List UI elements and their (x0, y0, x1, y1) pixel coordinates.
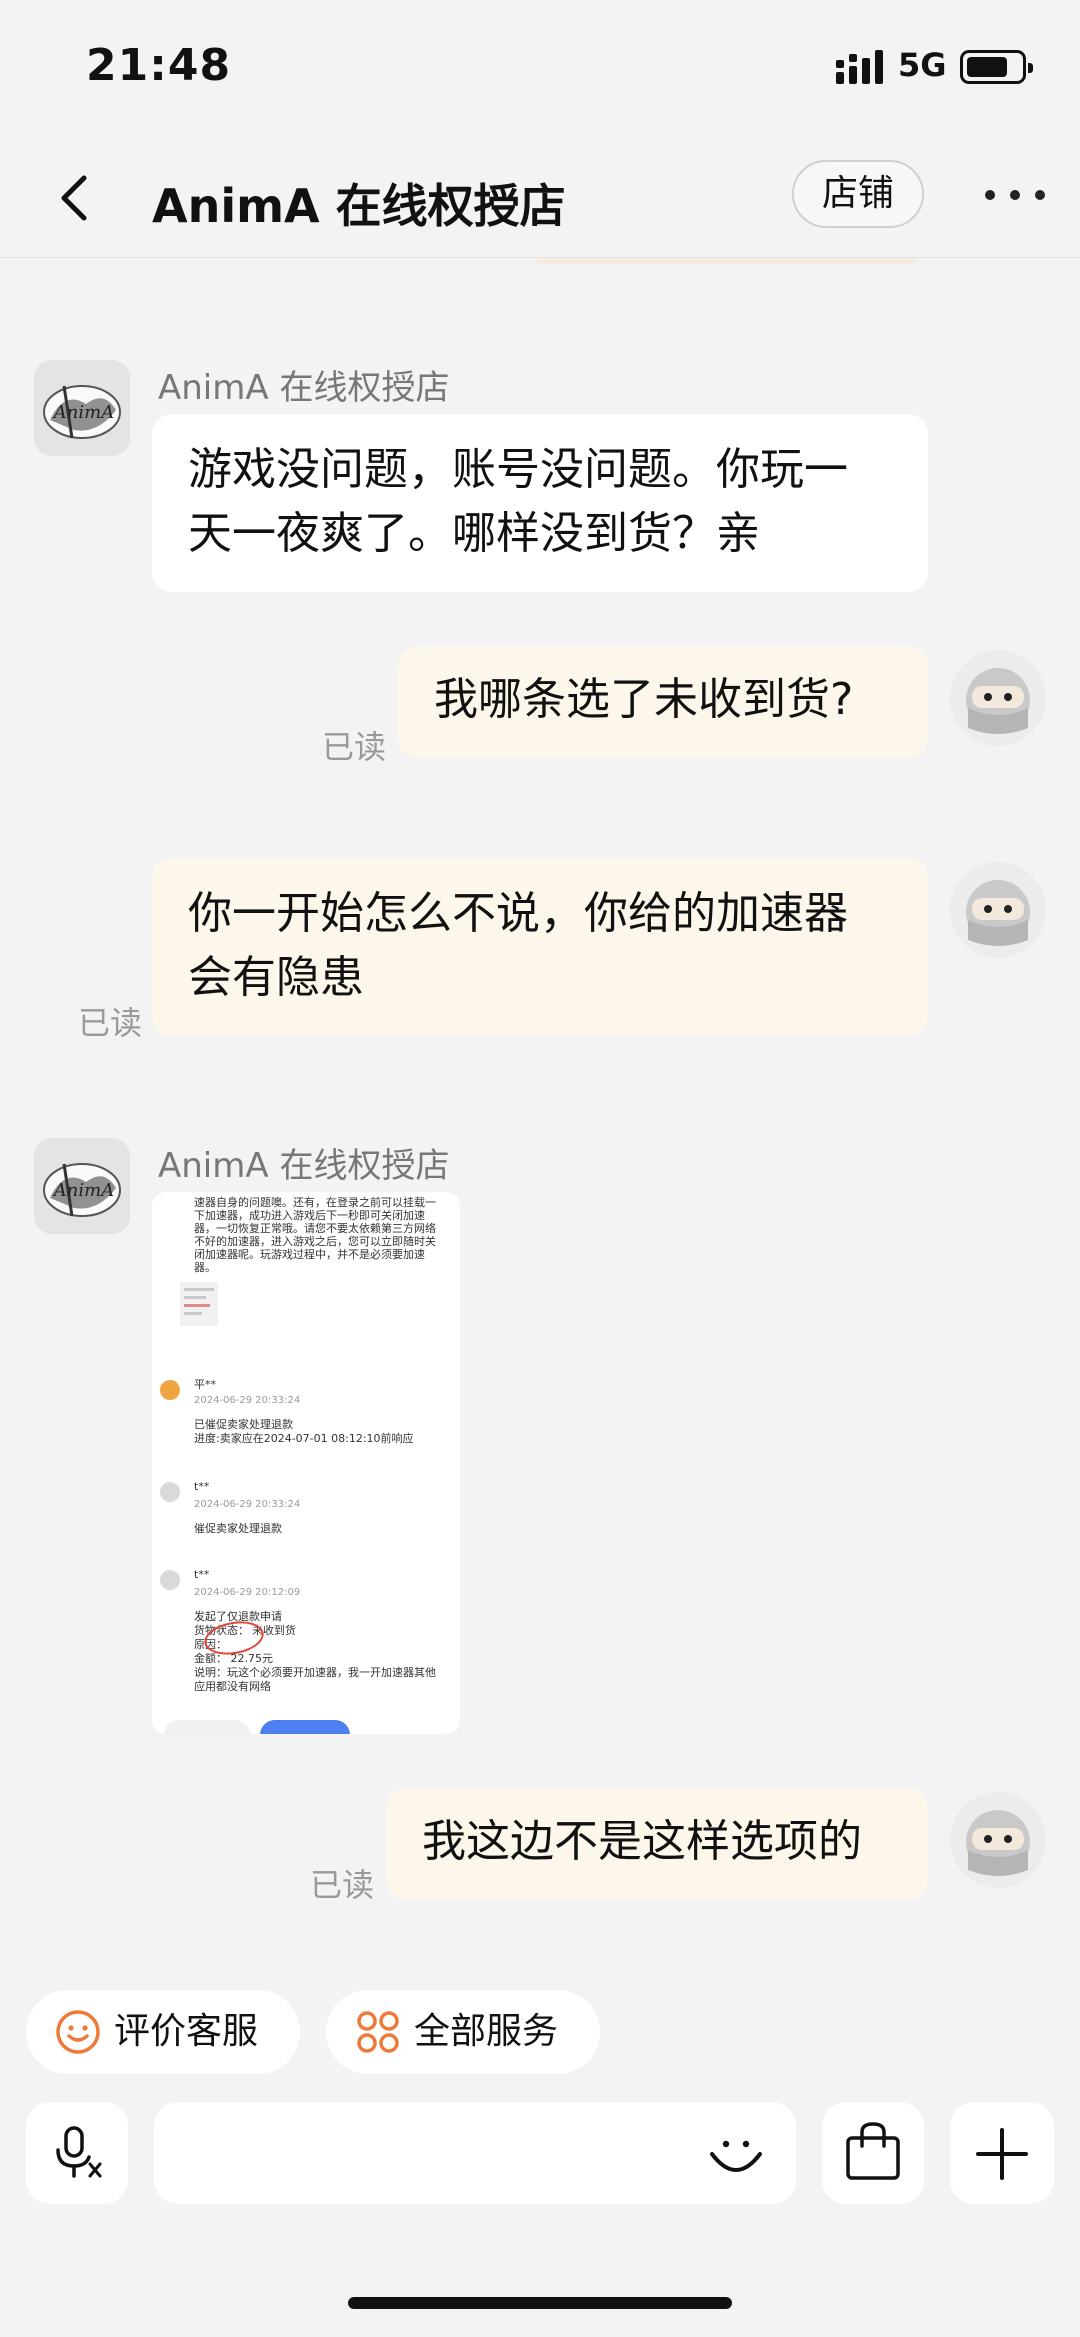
shot-para-line: 下加速器，成功进入游戏后下一秒即可关闭加速 (194, 1209, 425, 1222)
shopping-bag-icon (846, 2122, 900, 2180)
shot-para-line: 器。 (194, 1261, 216, 1274)
message-bubble[interactable]: 游戏没问题，账号没问题。你玩一 天一夜爽了。哪样没到货？亲 (152, 414, 928, 592)
all-services-button[interactable]: 全部服务 (326, 1990, 600, 2074)
shot-para-line: 不好的加速器，进入游戏之后，您可以立即随时关 (194, 1235, 436, 1248)
shot-button (164, 1720, 250, 1734)
battery-icon (960, 50, 1033, 84)
shot-entry-time: 2024-06-29 20:33:24 (194, 1499, 301, 1510)
more-options-icon[interactable] (980, 180, 1050, 210)
shot-entry-time: 2024-06-29 20:12:09 (194, 1587, 301, 1598)
shot-entry-text: 催促卖家处理退款 (194, 1522, 282, 1535)
image-message-screenshot[interactable]: 速器自身的问题噢。还有，在登录之前可以挂载一 下加速器，成功进入游戏后下一秒即可… (152, 1192, 460, 1734)
shot-entry-time: 2024-06-29 20:33:24 (194, 1395, 301, 1406)
user-avatar[interactable] (950, 1792, 1046, 1888)
shot-entry-text: 说明：玩这个必须要开加速器，我一开加速器其他 (194, 1666, 436, 1679)
sender-name: AnimA 在线权授店 (158, 1146, 450, 1186)
message-bubble[interactable]: 我这边不是这样选项的 (386, 1788, 928, 1900)
grid-services-icon (357, 2011, 399, 2053)
shot-avatar-icon (160, 1380, 180, 1400)
ninja-avatar-icon (950, 862, 1046, 958)
status-bar: 21:48 5G (0, 0, 1080, 140)
user-avatar[interactable] (950, 862, 1046, 958)
shot-entry-text: 应用都没有网络 (194, 1680, 271, 1693)
message-text-line: 游戏没问题，账号没问题。你玩一 (188, 444, 848, 495)
order-bag-button[interactable] (822, 2102, 924, 2204)
shop-logo-icon: AnimA (34, 1138, 130, 1234)
rate-service-label: 评价客服 (114, 2011, 259, 2052)
sender-name: AnimA 在线权授店 (158, 368, 450, 408)
microphone-icon (56, 2126, 102, 2178)
shot-para-line: 闭加速器呢。玩游戏过程中，并不是必须要加速 (194, 1248, 425, 1261)
smiley-icon (56, 2010, 100, 2054)
back-arrow-icon[interactable] (48, 168, 108, 228)
read-status: 已读 (78, 1004, 143, 1042)
ninja-avatar-icon (950, 1792, 1046, 1888)
shot-thumbnail (180, 1282, 218, 1326)
shot-entry-text: 已催促卖家处理退款 (194, 1418, 293, 1431)
shot-entry-name: t** (194, 1480, 210, 1493)
shot-entry-text: 进度:卖家应在2024-07-01 08:12:10前响应 (194, 1432, 414, 1445)
read-status: 已读 (310, 1866, 375, 1904)
message-input[interactable] (154, 2102, 796, 2204)
message-text-line: 天一夜爽了。哪样没到货？亲 (188, 508, 760, 559)
shop-logo-text: AnimA (52, 1180, 114, 1201)
signal-icon (836, 50, 883, 84)
all-services-label: 全部服务 (414, 2011, 559, 2052)
home-indicator[interactable] (348, 2297, 732, 2309)
ninja-avatar-icon (950, 650, 1046, 746)
message-text: 我哪条选了未收到货? (434, 674, 854, 725)
add-more-button[interactable] (950, 2102, 1054, 2204)
chat-header: AnimA 在线权授店 店铺 (0, 140, 1080, 258)
plus-icon (976, 2128, 1028, 2180)
message-bubble[interactable]: 我哪条选了未收到货? (398, 646, 928, 758)
emoji-icon[interactable] (706, 2126, 766, 2186)
shot-avatar-icon (160, 1482, 180, 1502)
shop-avatar[interactable]: AnimA (34, 1138, 130, 1234)
shot-para-line: 器，一切恢复正常哦。请您不要太依赖第三方网络 (194, 1222, 436, 1235)
user-avatar[interactable] (950, 650, 1046, 746)
shot-para-line: 速器自身的问题噢。还有，在登录之前可以挂载一 (194, 1196, 436, 1209)
shop-avatar[interactable]: AnimA (34, 360, 130, 456)
read-status: 已读 (322, 728, 387, 766)
shot-entry-name: 平** (194, 1378, 216, 1391)
shot-entry-name: t** (194, 1568, 210, 1581)
shop-logo-icon: AnimA (34, 360, 130, 456)
message-bubble[interactable]: 你一开始怎么不说，你给的加速器 会有隐患 (152, 858, 928, 1036)
message-text-line: 你一开始怎么不说，你给的加速器 (188, 888, 848, 939)
message-text: 我这边不是这样选项的 (422, 1816, 862, 1867)
network-type: 5G (898, 46, 947, 84)
previous-message-edge (536, 258, 916, 264)
voice-input-button[interactable] (26, 2102, 128, 2204)
shop-button[interactable]: 店铺 (792, 160, 924, 228)
message-text-line: 会有隐患 (188, 952, 364, 1003)
status-time: 21:48 (86, 40, 232, 91)
shot-avatar-icon (160, 1570, 180, 1590)
chat-title: AnimA 在线权授店 (152, 179, 566, 233)
shop-logo-text: AnimA (52, 402, 114, 423)
shot-button-primary (260, 1720, 350, 1734)
rate-service-button[interactable]: 评价客服 (26, 1990, 300, 2074)
